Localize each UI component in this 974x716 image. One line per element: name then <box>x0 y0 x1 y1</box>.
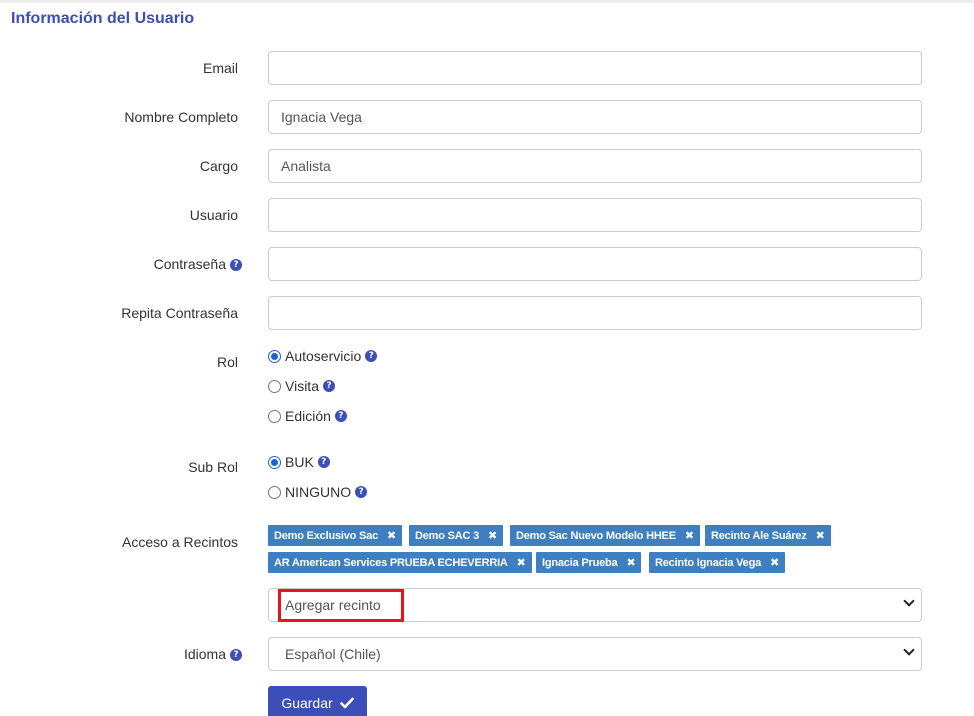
venue-tag: Demo Exclusivo Sac ✖ <box>268 525 403 546</box>
highlight-box <box>278 589 404 622</box>
save-button-label: Guardar <box>281 695 333 711</box>
username-label: Usuario <box>189 207 238 223</box>
password-repeat-label: Repita Contraseña <box>121 305 238 321</box>
password-repeat-field[interactable] <box>268 296 922 330</box>
role-option-label: Visita <box>285 378 319 394</box>
check-icon <box>339 697 354 709</box>
position-label: Cargo <box>199 158 238 174</box>
sub-role-option-buk[interactable]: BUK ? <box>268 453 330 471</box>
role-option-visita[interactable]: Visita ? <box>268 377 335 395</box>
username-field[interactable] <box>268 198 922 232</box>
language-select[interactable]: Español (Chile) <box>268 637 922 671</box>
language-label-text: Idioma <box>183 646 226 662</box>
radio-button[interactable] <box>268 485 281 499</box>
radio-button[interactable] <box>268 379 281 393</box>
remove-icon[interactable]: ✖ <box>488 529 497 542</box>
help-icon[interactable]: ? <box>334 410 347 422</box>
position-field[interactable] <box>268 149 922 183</box>
full-name-label: Nombre Completo <box>124 109 238 125</box>
venue-tag: AR American Services PRUEBA ECHEVERRIA ✖ <box>268 552 532 573</box>
help-icon[interactable]: ? <box>230 649 242 661</box>
venue-tag-label: Recinto Ale Suárez <box>711 530 807 542</box>
venue-tag-label: Demo SAC 3 <box>415 530 480 542</box>
remove-icon[interactable]: ✖ <box>816 529 825 542</box>
remove-icon[interactable]: ✖ <box>770 556 779 569</box>
email-field[interactable] <box>268 51 922 85</box>
venues-label: Acceso a Recintos <box>122 534 238 550</box>
radio-button[interactable] <box>268 455 281 469</box>
save-button[interactable]: Guardar <box>268 686 367 716</box>
venue-tag: Demo Sac Nuevo Modelo HHEE ✖ <box>510 525 700 546</box>
remove-icon[interactable]: ✖ <box>387 529 396 542</box>
sub-role-option-ninguno[interactable]: NINGUNO ? <box>268 483 368 501</box>
radio-button[interactable] <box>268 409 281 423</box>
venue-tag: Ignacia Prueba ✖ <box>536 552 642 573</box>
remove-icon[interactable]: ✖ <box>685 529 694 542</box>
language-label: Idioma? <box>184 646 242 662</box>
venue-tag-label: Demo Exclusivo Sac <box>274 530 379 542</box>
role-option-autoservicio[interactable]: Autoservicio ? <box>268 347 378 365</box>
venue-tag-label: Recinto Ignacia Vega <box>655 557 762 569</box>
top-divider <box>0 0 974 3</box>
sub-role-label: Sub Rol <box>188 459 238 475</box>
venue-tag-label: Ignacia Prueba <box>542 557 618 569</box>
chevron-down-icon <box>903 644 915 656</box>
role-option-edicion[interactable]: Edición ? <box>268 407 347 425</box>
password-field[interactable] <box>268 247 922 281</box>
password-label: Contraseña? <box>154 256 242 272</box>
venue-tag: Demo SAC 3 ✖ <box>409 525 504 546</box>
help-icon[interactable]: ? <box>230 259 242 271</box>
help-icon[interactable]: ? <box>322 380 335 392</box>
venue-tag-label: Demo Sac Nuevo Modelo HHEE <box>516 530 676 542</box>
remove-icon[interactable]: ✖ <box>626 556 635 569</box>
password-label-text: Contraseña <box>153 256 226 272</box>
full-name-field[interactable] <box>268 100 922 134</box>
help-icon[interactable]: ? <box>355 486 368 498</box>
role-option-label: Autoservicio <box>285 348 362 364</box>
venue-tag-label: AR American Services PRUEBA ECHEVERRIA <box>274 557 508 569</box>
language-select-value: Español (Chile) <box>285 646 381 662</box>
sub-role-option-label: NINGUNO <box>285 484 352 500</box>
role-label: Rol <box>216 354 238 370</box>
help-icon[interactable]: ? <box>317 456 330 468</box>
section-title: Información del Usuario <box>11 10 195 27</box>
radio-button[interactable] <box>268 349 281 363</box>
sub-role-option-label: BUK <box>285 454 314 470</box>
venue-tag: Recinto Ale Suárez ✖ <box>705 525 831 546</box>
venue-tag: Recinto Ignacia Vega ✖ <box>649 552 786 573</box>
help-icon[interactable]: ? <box>365 350 378 362</box>
role-option-label: Edición <box>285 408 331 424</box>
remove-icon[interactable]: ✖ <box>517 556 526 569</box>
chevron-down-icon <box>903 595 915 607</box>
email-label: Email <box>202 60 238 76</box>
